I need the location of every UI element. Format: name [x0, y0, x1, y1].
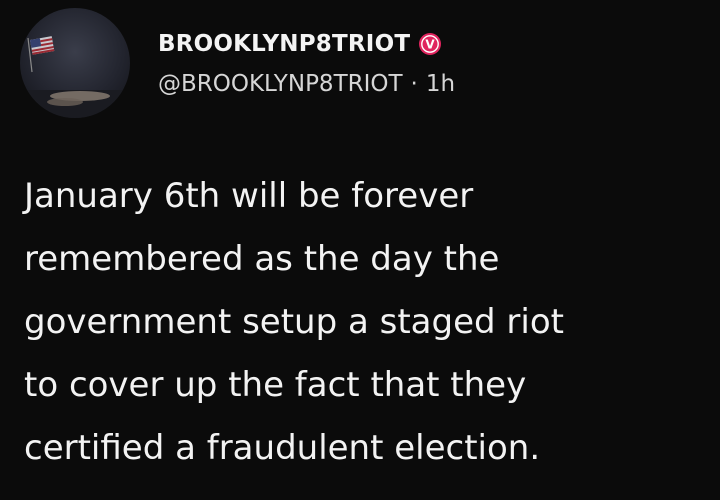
- meta-separator: ·: [410, 71, 418, 97]
- avatar-image: [20, 8, 130, 118]
- post-body: January 6th will be forever remembered a…: [24, 165, 720, 480]
- post-header: BROOKLYNP8TRIOT V @BROOKLYNP8TRIOT · 1h: [158, 24, 698, 104]
- handle[interactable]: @BROOKLYNP8TRIOT: [158, 71, 403, 97]
- display-name[interactable]: BROOKLYNP8TRIOT: [158, 31, 410, 57]
- meta-row: @BROOKLYNP8TRIOT · 1h: [158, 64, 698, 104]
- post-body-line: certified a fraudulent election.: [24, 428, 541, 468]
- timestamp[interactable]: 1h: [426, 71, 455, 97]
- post-body-line: government setup a staged riot: [24, 302, 564, 342]
- avatar[interactable]: [20, 8, 130, 118]
- name-row: BROOKLYNP8TRIOT V: [158, 24, 698, 64]
- post-body-line: January 6th will be forever: [24, 176, 474, 216]
- tweet-card: BROOKLYNP8TRIOT V @BROOKLYNP8TRIOT · 1h …: [0, 0, 720, 500]
- badge-letter: V: [426, 38, 436, 52]
- post-body-line: remembered as the day the: [24, 239, 500, 279]
- verified-v-icon: V: [418, 32, 442, 56]
- post-body-line: to cover up the fact that they: [24, 365, 527, 405]
